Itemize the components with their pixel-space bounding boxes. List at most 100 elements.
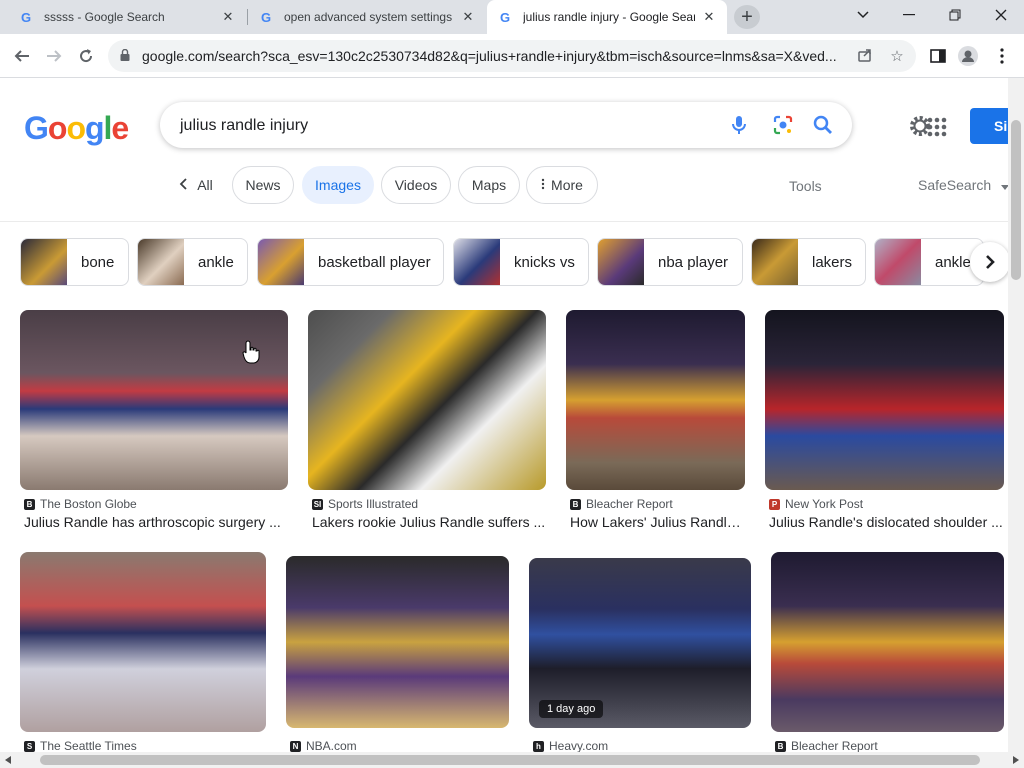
vertical-scroll-thumb[interactable] <box>1011 120 1021 280</box>
image-result[interactable]: SI Sports Illustrated Lakers rookie Juli… <box>308 310 546 540</box>
result-image[interactable] <box>765 310 1004 490</box>
result-source[interactable]: h Heavy.com <box>533 739 608 753</box>
forward-arrow-icon[interactable] <box>40 42 68 70</box>
tools-button[interactable]: Tools <box>789 178 822 194</box>
lens-camera-icon[interactable] <box>772 114 794 136</box>
related-label: lakers <box>812 253 853 271</box>
side-panel-icon[interactable] <box>928 46 948 66</box>
related-search-chip[interactable]: bone <box>20 238 129 286</box>
related-label: ankle <box>198 253 234 271</box>
google-favicon-icon: G <box>499 9 511 25</box>
restore-window-icon[interactable] <box>932 0 978 30</box>
related-thumbnail <box>258 239 304 285</box>
related-search-chip[interactable]: ankle <box>137 238 248 286</box>
minimize-window-icon[interactable] <box>886 0 932 30</box>
new-tab-button[interactable]: + <box>734 5 760 29</box>
result-image[interactable] <box>20 552 266 732</box>
tab-search-chevron-icon[interactable] <box>840 0 886 30</box>
profile-avatar-icon[interactable] <box>958 46 978 66</box>
source-favicon-icon: B <box>570 498 581 510</box>
back-arrow-icon[interactable] <box>8 42 36 70</box>
related-thumbnail <box>598 239 644 285</box>
bookmark-star-icon[interactable]: ☆ <box>888 47 906 65</box>
related-search-chip[interactable]: knicks vs <box>453 238 589 286</box>
source-name: Heavy.com <box>549 739 609 753</box>
related-search-chip[interactable]: ankle <box>874 238 984 286</box>
related-thumbnail <box>138 239 184 285</box>
result-title[interactable]: Julius Randle has arthroscopic surgery .… <box>24 514 288 530</box>
scroll-left-arrow-icon[interactable] <box>5 756 11 764</box>
result-source[interactable]: SI Sports Illustrated <box>312 497 418 511</box>
filter-news[interactable]: News <box>232 166 294 204</box>
result-source[interactable]: B Bleacher Report <box>570 497 673 511</box>
image-result[interactable]: P New York Post Julius Randle's dislocat… <box>765 310 1004 540</box>
source-name: Bleacher Report <box>586 497 673 511</box>
image-result[interactable]: 1 day ago h Heavy.com <box>529 558 751 753</box>
result-image[interactable] <box>566 310 745 490</box>
chevron-left-icon <box>179 177 187 193</box>
result-title[interactable]: How Lakers' Julius Randle ... <box>570 514 745 530</box>
related-next-chevron-icon[interactable] <box>970 242 1010 282</box>
result-image[interactable]: 1 day ago <box>529 558 751 728</box>
source-favicon-icon: SI <box>312 498 323 510</box>
image-result[interactable]: B Bleacher Report How Lakers' Julius Ran… <box>566 310 745 540</box>
source-name: The Seattle Times <box>40 739 137 753</box>
search-box[interactable]: julius randle injury <box>160 102 852 148</box>
related-label: basketball player <box>318 253 431 271</box>
address-url[interactable]: google.com/search?sca_esv=130c2c2530734d… <box>142 48 842 64</box>
result-source[interactable]: N NBA.com <box>290 739 357 753</box>
voice-search-mic-icon[interactable] <box>728 114 750 136</box>
result-image[interactable] <box>308 310 546 490</box>
horizontal-scrollbar[interactable] <box>0 752 1024 768</box>
lock-icon[interactable] <box>120 49 130 61</box>
source-favicon-icon: S <box>24 740 35 752</box>
horizontal-scroll-thumb[interactable] <box>40 755 980 765</box>
vertical-scrollbar[interactable] <box>1008 78 1024 752</box>
related-search-chip[interactable]: lakers <box>751 238 866 286</box>
source-favicon-icon: B <box>775 740 786 752</box>
browser-tab-2[interactable]: G open advanced system settings ✕ <box>248 0 486 34</box>
reload-icon[interactable] <box>72 42 100 70</box>
google-apps-grid-icon[interactable] <box>926 116 948 138</box>
result-source[interactable]: B The Boston Globe <box>24 497 137 511</box>
result-title[interactable]: Lakers rookie Julius Randle suffers ... <box>312 514 546 530</box>
filter-videos[interactable]: Videos <box>381 166 451 204</box>
search-input[interactable]: julius randle injury <box>180 117 308 135</box>
filter-images[interactable]: Images <box>302 166 374 204</box>
close-tab-icon[interactable]: ✕ <box>220 9 236 25</box>
browser-tab-1[interactable]: G sssss - Google Search ✕ <box>8 0 246 34</box>
address-bar[interactable]: google.com/search?sca_esv=130c2c2530734d… <box>108 40 916 72</box>
source-name: Sports Illustrated <box>328 497 419 511</box>
related-search-chip[interactable]: basketball player <box>257 238 444 286</box>
time-badge: 1 day ago <box>539 700 604 718</box>
google-logo[interactable]: Google <box>24 110 129 147</box>
close-window-icon[interactable] <box>978 0 1024 30</box>
browser-tab-3-active[interactable]: G julius randle injury - Google Search ✕ <box>487 0 727 34</box>
result-source[interactable]: B Bleacher Report <box>775 739 878 753</box>
filter-more[interactable]: More <box>526 166 598 204</box>
related-search-chip[interactable]: nba player <box>597 238 743 286</box>
share-icon[interactable] <box>856 47 874 65</box>
image-result[interactable]: N NBA.com <box>286 556 509 753</box>
safesearch-dropdown[interactable]: SafeSearch <box>918 177 1010 193</box>
more-dots-icon <box>541 177 545 193</box>
close-tab-icon[interactable]: ✕ <box>460 9 476 25</box>
browser-menu-icon[interactable] <box>992 46 1012 66</box>
search-icon[interactable] <box>812 114 834 136</box>
image-result[interactable]: S The Seattle Times <box>20 552 266 753</box>
filter-all[interactable]: All <box>166 166 226 204</box>
result-source[interactable]: P New York Post <box>769 497 863 511</box>
image-result[interactable]: B Bleacher Report <box>771 552 1004 753</box>
filter-maps[interactable]: Maps <box>458 166 520 204</box>
result-image[interactable] <box>286 556 509 728</box>
browser-toolbar: google.com/search?sca_esv=130c2c2530734d… <box>0 34 1024 78</box>
result-image[interactable] <box>771 552 1004 732</box>
result-image[interactable] <box>20 310 288 490</box>
result-source[interactable]: S The Seattle Times <box>24 739 137 753</box>
hand-cursor-icon <box>242 340 260 364</box>
filter-label: Videos <box>394 177 438 193</box>
result-title[interactable]: Julius Randle's dislocated shoulder ... <box>769 514 1004 530</box>
scroll-right-arrow-icon[interactable] <box>1013 756 1019 764</box>
related-thumbnail <box>21 239 67 285</box>
close-tab-icon[interactable]: ✕ <box>701 9 717 25</box>
